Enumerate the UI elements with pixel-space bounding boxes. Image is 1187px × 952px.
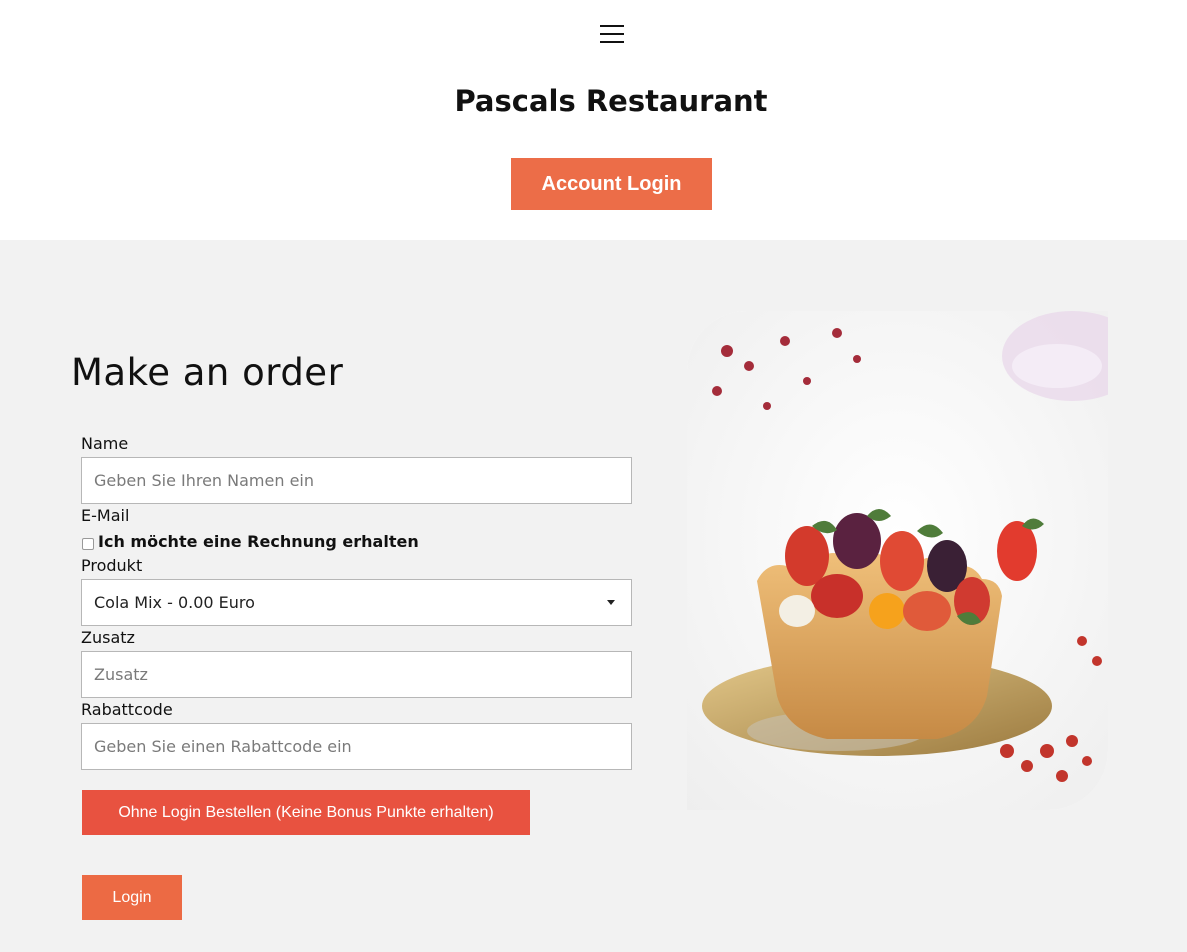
- discount-label: Rabattcode: [81, 700, 173, 719]
- hamburger-menu-icon[interactable]: [598, 22, 626, 46]
- site-title: Pascals Restaurant: [454, 84, 768, 118]
- name-input[interactable]: [81, 457, 632, 504]
- chevron-down-icon: [607, 600, 615, 605]
- product-label: Produkt: [81, 556, 143, 575]
- fruit-tart-image: [687, 311, 1108, 810]
- name-label: Name: [81, 434, 129, 453]
- order-without-login-button[interactable]: Ohne Login Bestellen (Keine Bonus Punkte…: [82, 790, 530, 835]
- discount-code-input[interactable]: [81, 723, 632, 770]
- extra-input[interactable]: [81, 651, 632, 698]
- login-button[interactable]: Login: [82, 875, 182, 920]
- product-selected-value: Cola Mix - 0.00 Euro: [94, 593, 255, 612]
- invoice-checkbox-label[interactable]: Ich möchte eine Rechnung erhalten: [98, 532, 419, 551]
- invoice-checkbox[interactable]: [82, 537, 94, 550]
- product-select[interactable]: Cola Mix - 0.00 Euro: [81, 579, 632, 626]
- extra-label: Zusatz: [81, 628, 135, 647]
- site-header: Pascals Restaurant Account Login: [0, 0, 1187, 240]
- email-label: E-Mail: [81, 506, 130, 525]
- invoice-checkbox-row: Ich möchte eine Rechnung erhalten: [82, 532, 419, 551]
- account-login-button[interactable]: Account Login: [511, 158, 712, 210]
- order-heading: Make an order: [71, 351, 344, 394]
